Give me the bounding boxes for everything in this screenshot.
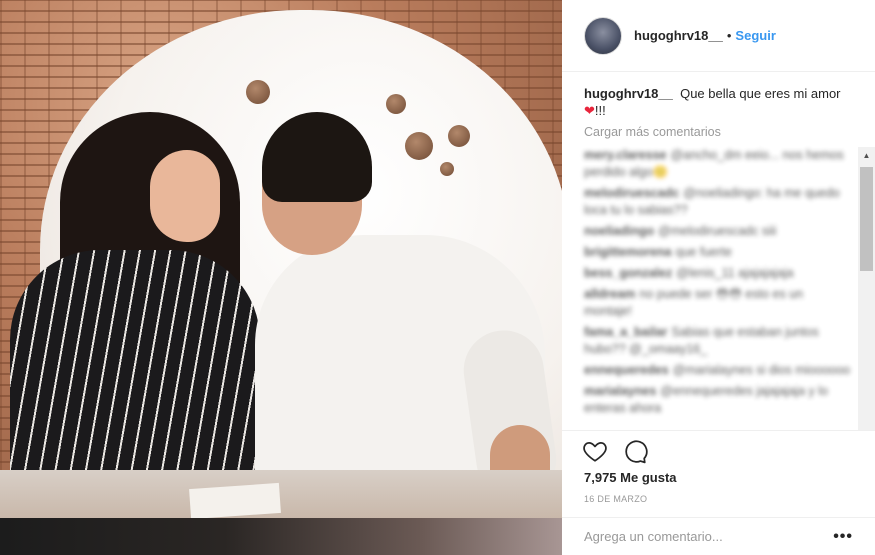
scrollbar-thumb[interactable] — [860, 167, 873, 271]
comment-text: @marialaynes si dios mioooooo — [672, 363, 851, 377]
comments-section[interactable]: hugoghrv18__ Que bella que eres mi amor … — [562, 73, 875, 431]
post-header: hugoghrv18__ • Seguir — [562, 0, 875, 72]
likes-label: Me gusta — [620, 470, 677, 485]
likes-count[interactable]: 7,975 Me gusta — [584, 470, 677, 485]
list-item: bess_gonzalez @lenis_11 ajajajajaja — [584, 265, 854, 282]
add-comment-bar: ••• — [562, 517, 875, 555]
comment-username[interactable]: mery.claresse — [584, 148, 666, 162]
paper — [189, 482, 281, 518]
comment-text: @lenis_11 ajajajajaja — [676, 266, 794, 280]
comment-input[interactable] — [584, 529, 824, 544]
wall-decoration — [246, 80, 270, 104]
separator-dot: • — [726, 28, 732, 43]
caption-username[interactable]: hugoghrv18__ — [584, 86, 673, 101]
comment-username[interactable]: alldream — [584, 287, 635, 301]
comment-username[interactable]: brigittemorena — [584, 245, 672, 259]
comment-username[interactable]: bess_gonzalez — [584, 266, 672, 280]
list-item: marialaynes @ennequeredes jajajajaja y lo… — [584, 383, 854, 417]
list-item: alldream no puede ser 😳😳 esto es un monta… — [584, 286, 854, 320]
wall-decoration — [405, 132, 433, 160]
post-photo[interactable] — [0, 0, 562, 518]
speech-bubble-icon[interactable] — [622, 438, 648, 464]
woman-face — [150, 150, 220, 242]
post-username[interactable]: hugoghrv18__ — [634, 28, 723, 43]
comment-text: @melodiruescadc siii — [658, 224, 777, 238]
more-options-icon[interactable]: ••• — [833, 528, 853, 546]
photo-bottom-strip — [0, 518, 562, 555]
comment-username[interactable]: fama_a_bailar — [584, 325, 667, 339]
comment-text: que fuerte — [675, 245, 732, 259]
comment-username[interactable]: noeliadingo — [584, 224, 654, 238]
post-side-panel: hugoghrv18__ • Seguir hugoghrv18__ Que b… — [562, 0, 875, 555]
comment-username[interactable]: melodiruescadc — [584, 186, 679, 200]
post-date[interactable]: 16 DE MARZO — [584, 494, 647, 504]
wall-decoration — [448, 125, 470, 147]
comment-username[interactable]: marialaynes — [584, 384, 656, 398]
red-heart-emoji-icon: ❤ — [584, 103, 595, 118]
scrollbar[interactable]: ▲ ▼ — [858, 147, 875, 430]
list-item: ennequeredes @marialaynes si dios miooooo… — [584, 362, 854, 379]
wall-decoration — [440, 162, 454, 176]
caption-suffix: !!! — [594, 103, 606, 118]
list-item: mery.claresse @ancho_dm eeio... nos hemos… — [584, 147, 854, 181]
follow-button[interactable]: Seguir — [735, 28, 775, 43]
load-more-comments-button[interactable]: Cargar más comentarios — [584, 125, 721, 139]
comment-username[interactable]: ennequeredes — [584, 363, 669, 377]
caption-text: Que bella que eres mi amor — [680, 86, 841, 101]
comment-list: mery.claresse @ancho_dm eeio... nos hemos… — [584, 147, 854, 421]
list-item: melodiruescadc @noeliadingo: ha me quedo … — [584, 185, 854, 219]
scroll-up-arrow-icon[interactable]: ▲ — [858, 147, 875, 164]
caption: hugoghrv18__ Que bella que eres mi amor … — [584, 85, 854, 119]
table — [0, 470, 562, 518]
list-item: brigittemorena que fuerte — [584, 244, 854, 261]
likes-number: 7,975 — [584, 470, 617, 485]
heart-outline-icon[interactable] — [582, 438, 608, 464]
avatar[interactable] — [584, 16, 622, 55]
wall-decoration — [386, 94, 406, 114]
list-item: noeliadingo @melodiruescadc siii — [584, 223, 854, 240]
list-item: fama_a_bailar Sabias que estaban juntos h… — [584, 324, 854, 358]
post-actions — [582, 438, 648, 466]
